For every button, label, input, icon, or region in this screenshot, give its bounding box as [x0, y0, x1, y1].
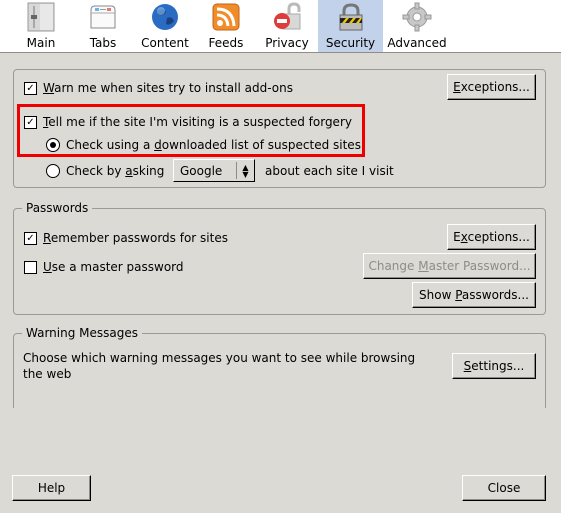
tab-content[interactable]: Content: [138, 0, 192, 52]
password-exceptions-button[interactable]: Exceptions...: [447, 224, 536, 250]
tab-main[interactable]: Main: [20, 0, 62, 52]
security-padlock-icon: [339, 3, 362, 31]
radio-asking-label: Check by asking: [66, 164, 165, 178]
tab-privacy-label: Privacy: [265, 36, 309, 50]
warn-addons-checkbox[interactable]: ✓: [24, 81, 37, 95]
tab-tabs[interactable]: Tabs: [82, 0, 124, 52]
warn-addons-checkbox-row[interactable]: ✓ Warn me when sites try to install add-…: [24, 80, 293, 96]
forgery-checkbox[interactable]: ✓: [24, 115, 37, 129]
radio-downloaded-row[interactable]: Check using a downloaded list of suspect…: [46, 137, 361, 153]
radio-check-by-asking[interactable]: [46, 164, 60, 178]
main-sliders-icon: [27, 2, 55, 32]
radio-downloaded-list[interactable]: [46, 138, 60, 152]
tab-security-label: Security: [325, 36, 376, 50]
provider-select[interactable]: Google ▲ ▼: [173, 159, 255, 182]
help-button[interactable]: Help: [12, 475, 91, 501]
tab-main-label: Main: [26, 36, 56, 50]
warning-messages-legend: Warning Messages: [22, 325, 142, 341]
tab-tabs-label: Tabs: [89, 36, 117, 50]
radio-asking-row[interactable]: Check by asking: [46, 163, 164, 179]
privacy-lock-icon: [274, 2, 301, 30]
preferences-toolbar: Main Tabs Content Feeds Privacy Security…: [0, 0, 561, 53]
tab-content-label: Content: [141, 36, 189, 50]
warning-settings-button[interactable]: Settings...: [452, 353, 536, 379]
tab-advanced[interactable]: Advanced: [387, 0, 447, 52]
tab-feeds-label: Feeds: [208, 36, 244, 50]
warning-messages-description: Choose which warning messages you want t…: [23, 351, 416, 381]
close-button[interactable]: Close: [462, 475, 546, 501]
forgery-checkbox-row[interactable]: ✓ Tell me if the site I'm visiting is a …: [24, 114, 352, 130]
addon-exceptions-button[interactable]: Exceptions...: [447, 74, 536, 100]
master-password-checkbox[interactable]: [24, 260, 37, 274]
passwords-legend: Passwords: [22, 200, 93, 216]
forgery-label: Tell me if the site I'm visiting is a su…: [43, 115, 352, 129]
tab-advanced-label: Advanced: [387, 36, 447, 50]
tab-feeds[interactable]: Feeds: [204, 0, 248, 52]
provider-select-value: Google: [180, 163, 223, 178]
change-master-password-button[interactable]: Change Master Password...: [363, 253, 536, 279]
tab-security[interactable]: Security: [318, 0, 383, 52]
remember-passwords-checkbox[interactable]: ✓: [24, 231, 37, 245]
asking-suffix-label: about each site I visit: [265, 164, 394, 178]
master-password-row[interactable]: Use a master password: [24, 259, 184, 275]
tabs-icon: [90, 5, 116, 29]
gear-icon: [402, 2, 432, 32]
remember-passwords-label: Remember passwords for sites: [43, 231, 228, 245]
updown-arrows-icon: ▲ ▼: [236, 162, 254, 179]
warn-addons-label: Warn me when sites try to install add-on…: [43, 81, 293, 95]
master-password-label: Use a master password: [43, 260, 184, 274]
tab-privacy[interactable]: Privacy: [262, 0, 312, 52]
globe-icon: [152, 4, 178, 30]
show-passwords-button[interactable]: Show Passwords...: [412, 282, 536, 308]
radio-downloaded-label: Check using a downloaded list of suspect…: [66, 138, 361, 152]
rss-feed-icon: [212, 3, 240, 31]
remember-passwords-row[interactable]: ✓ Remember passwords for sites: [24, 230, 228, 246]
